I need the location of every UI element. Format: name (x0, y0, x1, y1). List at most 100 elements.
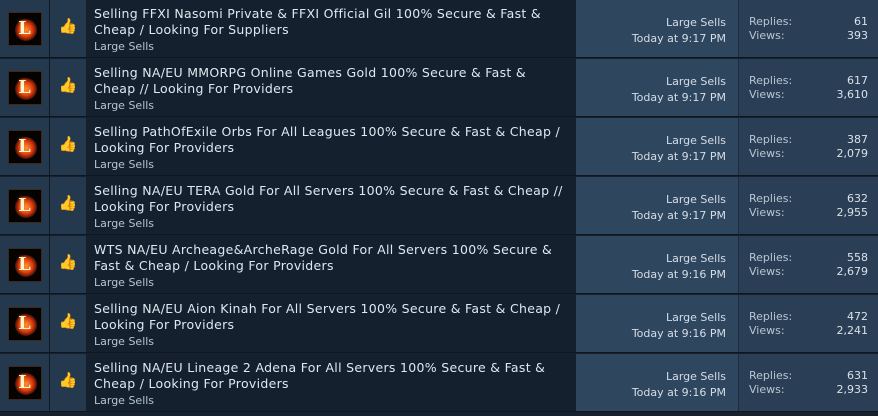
thread-forum-link[interactable]: Large Sells (94, 394, 154, 407)
thread-title-link[interactable]: WTS NA/EU Archeage&ArcheRage Gold For Al… (94, 242, 569, 274)
thumbs-up-icon: 👍 (58, 253, 78, 271)
thread-prefix-cell: 👍 (50, 177, 86, 234)
replies-stat: Replies: 61 (749, 15, 868, 28)
avatar-letter: L (18, 371, 31, 393)
last-post-forum-link[interactable]: Large Sells (666, 311, 726, 324)
thumbs-up-icon: 👍 (58, 194, 78, 212)
last-post-forum-link[interactable]: Large Sells (666, 16, 726, 29)
thread-row: L 👍 Selling NA/EU MMORPG Online Games Go… (0, 59, 878, 117)
thread-stats: Replies: 61 Views: 393 (738, 0, 878, 57)
avatar[interactable]: L (7, 188, 42, 223)
replies-count: 387 (847, 133, 868, 146)
thread-title-link[interactable]: Selling FFXI Nasomi Private & FFXI Offic… (94, 6, 569, 38)
views-stat: Views: 2,933 (749, 383, 868, 396)
thread-forum-link[interactable]: Large Sells (94, 335, 154, 348)
thread-info: Selling FFXI Nasomi Private & FFXI Offic… (86, 0, 576, 57)
thread-title-link[interactable]: Selling NA/EU Aion Kinah For All Servers… (94, 301, 569, 333)
thread-info: Selling NA/EU TERA Gold For All Servers … (86, 177, 576, 234)
avatar[interactable]: L (7, 70, 42, 105)
replies-stat: Replies: 558 (749, 251, 868, 264)
thread-title-link[interactable]: Selling NA/EU TERA Gold For All Servers … (94, 183, 569, 215)
thread-prefix-cell: 👍 (50, 0, 86, 57)
avatar[interactable]: L (7, 306, 42, 341)
last-post-time[interactable]: Today at 9:17 PM (632, 150, 726, 163)
thread-forum-link[interactable]: Large Sells (94, 158, 154, 171)
views-count: 2,955 (836, 206, 869, 219)
thread-list: L 👍 Selling FFXI Nasomi Private & FFXI O… (0, 0, 878, 416)
replies-label: Replies: (749, 133, 793, 146)
views-stat: Views: 393 (749, 29, 868, 42)
replies-count: 631 (847, 369, 868, 382)
last-post-time[interactable]: Today at 9:16 PM (632, 386, 726, 399)
thumbs-up-icon: 👍 (58, 371, 78, 389)
last-post-time[interactable]: Today at 9:17 PM (632, 91, 726, 104)
last-post-time[interactable]: Today at 9:16 PM (632, 327, 726, 340)
replies-count: 558 (847, 251, 868, 264)
views-count: 2,241 (836, 324, 869, 337)
thread-row: L 👍 Selling NA/EU TERA Gold For All Serv… (0, 177, 878, 235)
replies-stat: Replies: 472 (749, 310, 868, 323)
views-stat: Views: 2,955 (749, 206, 868, 219)
last-post-forum-link[interactable]: Large Sells (666, 252, 726, 265)
last-post-forum-link[interactable]: Large Sells (666, 134, 726, 147)
last-post-time[interactable]: Today at 9:16 PM (632, 268, 726, 281)
last-post-cell: Large Sells Today at 9:17 PM (576, 0, 738, 57)
replies-stat: Replies: 632 (749, 192, 868, 205)
thread-title-link[interactable]: Selling PathOfExile Orbs For All Leagues… (94, 124, 569, 156)
avatar-letter: L (18, 253, 31, 275)
avatar[interactable]: L (7, 11, 42, 46)
thread-prefix-cell: 👍 (50, 295, 86, 352)
last-post-cell: Large Sells Today at 9:17 PM (576, 177, 738, 234)
thread-row: L 👍 Selling FFXI Nasomi Private & FFXI O… (0, 0, 878, 58)
thread-forum-link[interactable]: Large Sells (94, 217, 154, 230)
thread-row: L 👍 Selling PathOfExile Orbs For All Lea… (0, 118, 878, 176)
replies-stat: Replies: 631 (749, 369, 868, 382)
views-count: 3,610 (836, 88, 869, 101)
last-post-cell: Large Sells Today at 9:16 PM (576, 354, 738, 411)
thumbs-up-icon: 👍 (58, 17, 78, 35)
views-count: 2,079 (836, 147, 869, 160)
avatar-cell: L (0, 295, 50, 352)
replies-stat: Replies: 617 (749, 74, 868, 87)
thread-title-link[interactable]: Selling NA/EU MMORPG Online Games Gold 1… (94, 65, 569, 97)
replies-count: 61 (854, 15, 868, 28)
last-post-time[interactable]: Today at 9:17 PM (632, 209, 726, 222)
thread-title-link[interactable]: Selling NA/EU Lineage 2 Adena For All Se… (94, 360, 569, 392)
last-post-forum-link[interactable]: Large Sells (666, 193, 726, 206)
avatar[interactable]: L (7, 129, 42, 164)
thread-prefix-cell: 👍 (50, 354, 86, 411)
thumbs-up-icon: 👍 (58, 76, 78, 94)
thread-forum-link[interactable]: Large Sells (94, 40, 154, 53)
replies-label: Replies: (749, 310, 793, 323)
last-post-forum-link[interactable]: Large Sells (666, 370, 726, 383)
thread-info: Selling NA/EU Aion Kinah For All Servers… (86, 295, 576, 352)
views-label: Views: (749, 147, 785, 160)
replies-count: 632 (847, 192, 868, 205)
avatar[interactable]: L (7, 247, 42, 282)
views-stat: Views: 3,610 (749, 88, 868, 101)
thread-prefix-cell: 👍 (50, 118, 86, 175)
views-count: 2,933 (836, 383, 869, 396)
replies-label: Replies: (749, 15, 793, 28)
avatar-letter: L (18, 194, 31, 216)
views-label: Views: (749, 324, 785, 337)
thread-forum-link[interactable]: Large Sells (94, 99, 154, 112)
avatar[interactable]: L (7, 365, 42, 400)
thread-stats: Replies: 387 Views: 2,079 (738, 118, 878, 175)
avatar-cell: L (0, 354, 50, 411)
thread-info: WTS NA/EU Archeage&ArcheRage Gold For Al… (86, 236, 576, 293)
thread-info: Selling NA/EU Lineage 2 Adena For All Se… (86, 354, 576, 411)
views-label: Views: (749, 265, 785, 278)
last-post-forum-link[interactable]: Large Sells (666, 75, 726, 88)
thread-forum-link[interactable]: Large Sells (94, 276, 154, 289)
thread-stats: Replies: 631 Views: 2,933 (738, 354, 878, 411)
thumbs-up-icon: 👍 (58, 312, 78, 330)
thread-stats: Replies: 617 Views: 3,610 (738, 59, 878, 116)
last-post-time[interactable]: Today at 9:17 PM (632, 32, 726, 45)
thread-row: L 👍 WTS NA/EU Archeage&ArcheRage Gold Fo… (0, 236, 878, 294)
replies-label: Replies: (749, 74, 793, 87)
thread-prefix-cell: 👍 (50, 236, 86, 293)
thread-info: Selling PathOfExile Orbs For All Leagues… (86, 118, 576, 175)
last-post-cell: Large Sells Today at 9:16 PM (576, 295, 738, 352)
last-post-cell: Large Sells Today at 9:17 PM (576, 118, 738, 175)
